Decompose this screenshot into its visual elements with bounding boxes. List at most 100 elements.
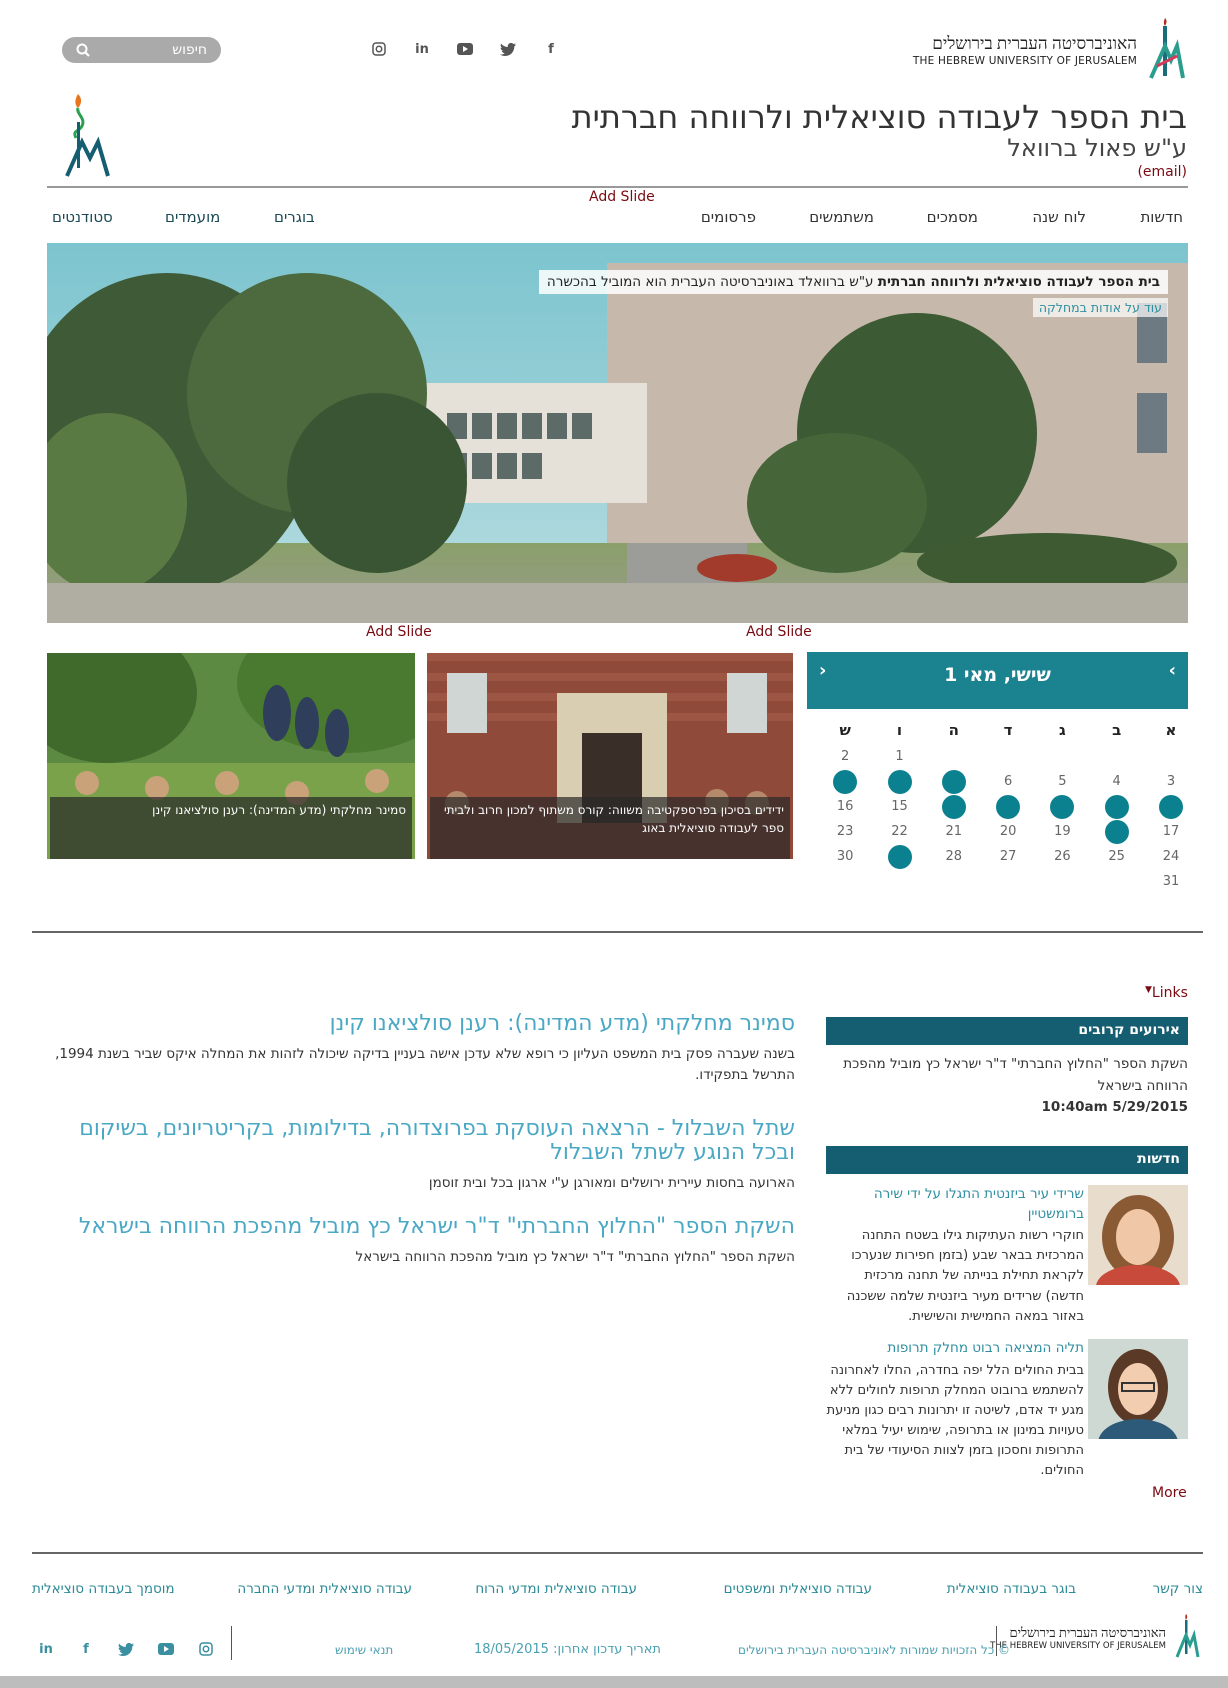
calendar-day[interactable]: 28 — [942, 845, 966, 869]
youtube-icon[interactable] — [155, 1638, 177, 1660]
calendar-day[interactable]: 19 — [1050, 820, 1074, 844]
news-item[interactable]: שרידי עיר ביזנטית התגלו על ידי שירה ברומ… — [826, 1185, 1188, 1325]
university-name-en: THE HEBREW UNIVERSITY OF JERUSALEM — [912, 55, 1137, 68]
calendar-day-event[interactable]: 18 — [1104, 820, 1129, 844]
calendar-day-event[interactable]: 9 — [833, 770, 858, 794]
article-title[interactable]: שתל השבלול - הרצאה העוסקת בפרוצדורה, בדי… — [50, 1116, 795, 1165]
terms-link[interactable]: תנאי שימוש — [335, 1643, 393, 1657]
main-nav: חדשות לוח שנה מסמכים משתמשים פרסומים בוג… — [47, 208, 1188, 232]
twitter-icon[interactable] — [497, 38, 519, 60]
calendar-day[interactable]: 25 — [1105, 845, 1129, 869]
university-logo[interactable]: האוניברסיטה העברית בירושלים THE HEBREW U… — [913, 16, 1187, 86]
footer-link-ma[interactable]: מוסמך בעבודה סוציאלית — [32, 1581, 175, 1597]
copyright-text: © כל הזכויות שמורות לאוניברסיטה העברית ב… — [738, 1643, 1011, 1657]
nav-item-users[interactable]: משתמשים — [809, 208, 874, 226]
news-body: בבית החולים הלל יפה בחדרה, החלו לאחרונה … — [826, 1362, 1084, 1479]
hero-slideshow[interactable]: בית הספר לעבודה סוציאלית ולרווחה חברתית … — [47, 243, 1188, 623]
calendar-day-event[interactable]: 7 — [941, 770, 966, 794]
article-title[interactable]: סמינר מחלקתי (מדע המדינה): רענן סולציאנו… — [50, 1011, 795, 1036]
footer-link-ba[interactable]: בוגר בעבודה סוציאלית — [947, 1581, 1076, 1597]
calendar-day-event[interactable]: 14 — [941, 795, 966, 819]
calendar-day-event[interactable]: 8 — [887, 770, 912, 794]
calendar-day[interactable]: 24 — [1159, 845, 1183, 869]
search-box[interactable] — [62, 37, 221, 63]
calendar-weekday: ד — [1003, 721, 1013, 739]
news-item[interactable]: תליה המציאה רבוט מחלק תרופות בבית החולים… — [826, 1339, 1188, 1479]
calendar-day[interactable]: 6 — [996, 770, 1020, 794]
featured-card[interactable]: ידידים בסיכון בפרספקטיבה משווה: קורס משת… — [427, 653, 793, 859]
calendar-day[interactable]: 31 — [1159, 870, 1183, 894]
add-slide-button[interactable]: Add Slide — [366, 624, 432, 640]
nav-item-publications[interactable]: פרסומים — [701, 208, 756, 226]
add-slide-button[interactable]: Add Slide — [746, 624, 812, 640]
calendar-day[interactable]: 3 — [1159, 770, 1183, 794]
calendar-day-event[interactable]: 13 — [996, 795, 1021, 819]
school-logo-icon[interactable] — [64, 92, 112, 182]
calendar-day[interactable]: 27 — [996, 845, 1020, 869]
instagram-icon[interactable] — [195, 1638, 217, 1660]
calendar-day[interactable]: 20 — [996, 820, 1020, 844]
nav-item-applicants[interactable]: מועמדים — [165, 208, 220, 226]
nav-item-students[interactable]: סטודנטים — [52, 208, 113, 226]
card-caption: סמינר מחלקתי (מדע המדינה): רענן סולציאנו… — [50, 797, 412, 859]
hero-more-link[interactable]: עוד על אודות במחלקה — [1032, 298, 1168, 317]
instagram-icon[interactable] — [368, 38, 390, 60]
search-icon[interactable] — [76, 43, 90, 57]
footer-link-humanities[interactable]: עבודה סוציאלית ומדעי הרוח — [475, 1581, 637, 1597]
footer-link-contact[interactable]: צור קשר — [1153, 1581, 1203, 1597]
nav-item-news[interactable]: חדשות — [1140, 208, 1183, 226]
linkedin-icon[interactable]: in — [35, 1638, 57, 1660]
calendar-day[interactable]: 15 — [888, 795, 912, 819]
nav-item-alumni[interactable]: בוגרים — [274, 208, 315, 226]
calendar-weekday: א — [1165, 721, 1177, 739]
calendar-day[interactable]: 26 — [1050, 845, 1074, 869]
add-slide-button[interactable]: Add Slide — [589, 189, 655, 205]
article-body: השקת הספר "החלוץ החברתי" ד"ר ישראל כץ מו… — [355, 1249, 795, 1266]
calendar-day-event[interactable]: 29 — [887, 845, 912, 869]
footer-link-law[interactable]: עבודה סוציאלית ומשפטים — [724, 1581, 872, 1597]
more-link[interactable]: More — [1152, 1485, 1187, 1501]
news-title[interactable]: תליה המציאה רבוט מחלק תרופות — [826, 1339, 1084, 1359]
calendar-header: › שישי, מאי 1 ‹ — [807, 652, 1188, 709]
calendar-day[interactable]: 30 — [833, 845, 857, 869]
links-label: Links — [1151, 985, 1188, 1001]
event-item[interactable]: השקת הספר "החלוץ החברתי" ד"ר ישראל כץ מו… — [826, 1054, 1188, 1119]
linkedin-icon[interactable]: in — [411, 38, 433, 60]
footer-university-he: האוניברסיטה העברית בירושלים — [1009, 1624, 1166, 1640]
links-dropdown[interactable]: ▼Links — [1145, 985, 1188, 1001]
calendar-day[interactable]: 4 — [1105, 770, 1129, 794]
footer-links: צור קשר בוגר בעבודה סוציאלית עבודה סוציא… — [32, 1581, 1203, 1601]
calendar-day[interactable]: 2 — [833, 745, 857, 769]
featured-card[interactable]: סמינר מחלקתי (מדע המדינה): רענן סולציאנו… — [47, 653, 415, 859]
article-item: השקת הספר "החלוץ החברתי" ד"ר ישראל כץ מו… — [50, 1214, 795, 1268]
news-title[interactable]: שרידי עיר ביזנטית התגלו על ידי שירה ברומ… — [826, 1185, 1084, 1224]
search-input[interactable] — [107, 42, 207, 58]
article-title[interactable]: השקת הספר "החלוץ החברתי" ד"ר ישראל כץ מו… — [50, 1214, 795, 1239]
page-title: בית הספר לעבודה סוציאלית ולרווחה חברתית — [571, 98, 1187, 136]
calendar-day-event[interactable]: 10 — [1159, 795, 1183, 819]
hero-caption-rest: ע"ש ברוואלד באוניברסיטה העברית הוא המובי… — [546, 274, 878, 290]
twitter-icon[interactable] — [115, 1638, 137, 1660]
facebook-icon[interactable]: f — [540, 38, 562, 60]
header-divider — [47, 186, 1188, 188]
facebook-icon[interactable]: f — [75, 1638, 97, 1660]
calendar-day-event[interactable]: 12 — [1050, 795, 1075, 819]
university-emblem-icon — [1147, 16, 1187, 86]
nav-item-calendar[interactable]: לוח שנה — [1032, 208, 1086, 226]
calendar-day[interactable]: 23 — [833, 820, 857, 844]
calendar-day[interactable]: 22 — [888, 820, 912, 844]
email-link[interactable]: (email) — [572, 164, 1187, 180]
youtube-icon[interactable] — [454, 38, 476, 60]
calendar-day-event[interactable]: 11 — [1104, 795, 1129, 819]
browser-scrollbar[interactable] — [0, 1676, 1228, 1688]
calendar-day[interactable]: 1 — [888, 745, 912, 769]
article-body: בשנה שעברה פסק בית המשפט העליון כי רופא … — [55, 1046, 795, 1084]
calendar-next-button[interactable]: ‹ — [819, 660, 826, 681]
calendar-day[interactable]: 21 — [942, 820, 966, 844]
calendar-day[interactable]: 16 — [833, 795, 857, 819]
nav-item-documents[interactable]: מסמכים — [927, 208, 978, 226]
calendar-day[interactable]: 5 — [1050, 770, 1074, 794]
calendar-day[interactable]: 17 — [1159, 820, 1183, 844]
footer-link-social-sciences[interactable]: עבודה סוציאלית ומדעי החברה — [237, 1581, 412, 1597]
footer-university-logo[interactable]: האוניברסיטה העברית בירושלים THE HEBREW U… — [990, 1613, 1200, 1663]
